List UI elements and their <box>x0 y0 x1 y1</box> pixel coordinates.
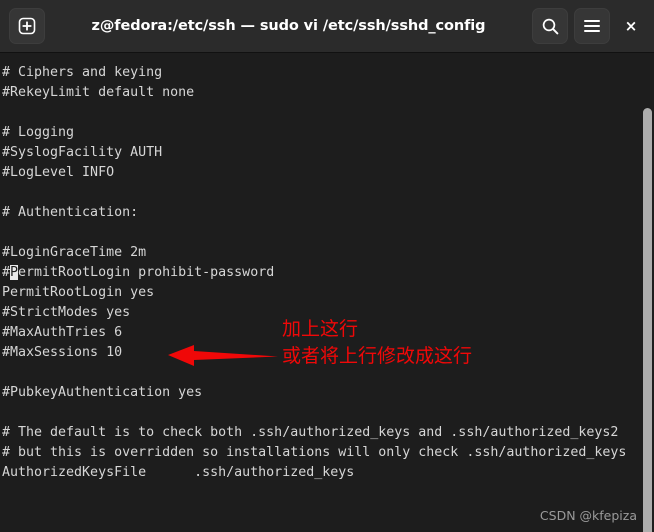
menu-button[interactable] <box>574 8 610 44</box>
terminal-line: AuthorizedKeysFile .ssh/authorized_keys <box>2 465 355 480</box>
watermark: CSDN @kfepiza <box>539 508 637 523</box>
terminal-line: # but this is overridden so installation… <box>2 445 627 460</box>
search-icon <box>541 17 560 36</box>
terminal-line: #RekeyLimit default none <box>2 85 195 100</box>
new-tab-button[interactable] <box>9 8 45 44</box>
terminal-line: #PubkeyAuthentication yes <box>2 385 203 400</box>
terminal-window: z@fedora:/etc/ssh — sudo vi /etc/ssh/ssh… <box>0 0 654 532</box>
scrollbar-thumb[interactable] <box>643 108 652 532</box>
search-button[interactable] <box>532 8 568 44</box>
terminal-line: # Logging <box>2 125 75 140</box>
terminal-line: #LoginGraceTime 2m <box>2 245 147 260</box>
terminal-line: # Authentication: <box>2 205 139 220</box>
terminal-line: #LogLevel INFO <box>2 165 115 180</box>
text-cursor: P <box>10 265 19 280</box>
annotation-modify-line: 或者将上行修改成这行 <box>282 345 473 367</box>
terminal-line: # The default is to check both .ssh/auth… <box>2 425 619 440</box>
annotation-left-arrow-icon <box>168 344 278 368</box>
terminal-line: # Ciphers and keying <box>2 65 163 80</box>
window-title: z@fedora:/etc/ssh — sudo vi /etc/ssh/ssh… <box>91 18 486 34</box>
scrollbar-track[interactable] <box>642 53 654 532</box>
close-button[interactable]: × <box>616 9 646 43</box>
file-text: # Ciphers and keying #RekeyLimit default … <box>2 63 626 483</box>
terminal-line: PermitRootLogin yes <box>2 285 155 300</box>
annotation-add-line: 加上这行 <box>282 318 359 340</box>
titlebar: z@fedora:/etc/ssh — sudo vi /etc/ssh/ssh… <box>0 0 654 53</box>
close-icon: × <box>624 17 638 35</box>
terminal-content[interactable]: # Ciphers and keying #RekeyLimit default … <box>0 53 654 532</box>
hamburger-menu-icon <box>583 19 601 33</box>
terminal-line: #SyslogFacility AUTH <box>2 145 163 160</box>
plus-in-square-icon <box>18 17 36 35</box>
terminal-line: #PermitRootLogin prohibit-password <box>2 265 275 280</box>
